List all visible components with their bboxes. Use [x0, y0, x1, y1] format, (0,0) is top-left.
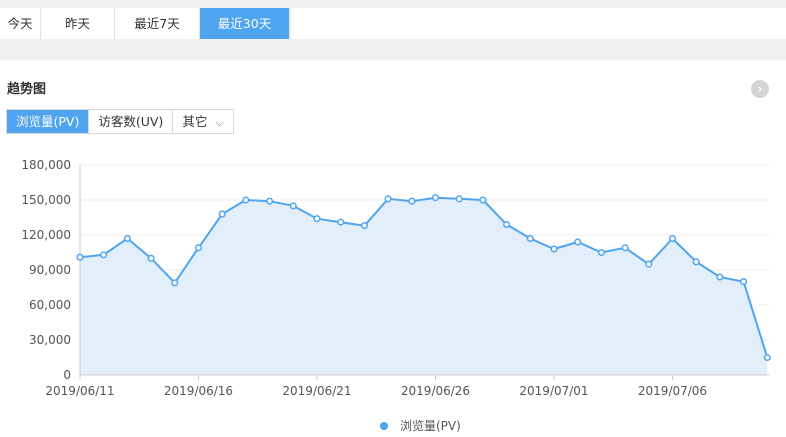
data-point[interactable] — [76, 253, 84, 261]
legend-marker — [380, 422, 388, 430]
y-tick-label: 0 — [63, 368, 71, 382]
data-point[interactable] — [100, 251, 108, 259]
data-point[interactable] — [123, 234, 131, 243]
data-point[interactable] — [266, 197, 274, 205]
data-point[interactable] — [431, 194, 440, 202]
data-point[interactable] — [313, 215, 321, 223]
data-point[interactable] — [668, 234, 677, 243]
data-point[interactable] — [360, 222, 368, 230]
y-tick-label: 60,000 — [29, 298, 71, 312]
trend-chart: 0 30,000 60,000 90,000 120,000 150,000 180,000… — [21, 158, 771, 433]
data-point[interactable] — [455, 195, 463, 203]
x-tick-label: 2019/06/26 — [401, 384, 470, 398]
y-tick-label: 180,000 — [21, 158, 71, 172]
data-point[interactable] — [716, 273, 724, 281]
y-tick-label: 30,000 — [29, 333, 71, 347]
legend-label: 浏览量(PV) — [400, 418, 461, 433]
x-tick-label: 2019/06/16 — [164, 384, 233, 398]
data-point[interactable] — [526, 234, 534, 243]
data-point[interactable] — [692, 258, 700, 266]
x-tick-label: 2019/07/01 — [519, 384, 588, 398]
data-point[interactable] — [574, 238, 582, 246]
data-point[interactable] — [740, 278, 748, 286]
y-tick-label: 120,000 — [21, 228, 71, 242]
x-tick-label: 2019/06/11 — [45, 384, 114, 398]
data-point[interactable] — [384, 195, 392, 203]
data-point[interactable] — [479, 196, 487, 204]
data-point[interactable] — [337, 218, 345, 226]
data-point[interactable] — [242, 196, 250, 204]
series-area — [80, 197, 768, 375]
data-point[interactable] — [597, 248, 605, 257]
x-tick-label: 2019/07/06 — [638, 384, 707, 398]
data-point[interactable] — [621, 244, 629, 252]
data-point[interactable] — [194, 244, 203, 252]
data-point[interactable] — [763, 353, 771, 362]
data-point[interactable] — [550, 245, 558, 253]
data-point[interactable] — [503, 220, 511, 229]
data-point[interactable] — [289, 202, 297, 210]
x-tick-label: 2019/06/21 — [282, 384, 351, 398]
y-tick-label: 90,000 — [29, 263, 71, 277]
data-point[interactable] — [147, 254, 155, 262]
y-tick-label: 150,000 — [21, 193, 71, 207]
data-point[interactable] — [408, 197, 416, 205]
data-point[interactable] — [645, 260, 653, 268]
data-point[interactable] — [218, 210, 226, 218]
data-point[interactable] — [171, 279, 179, 287]
